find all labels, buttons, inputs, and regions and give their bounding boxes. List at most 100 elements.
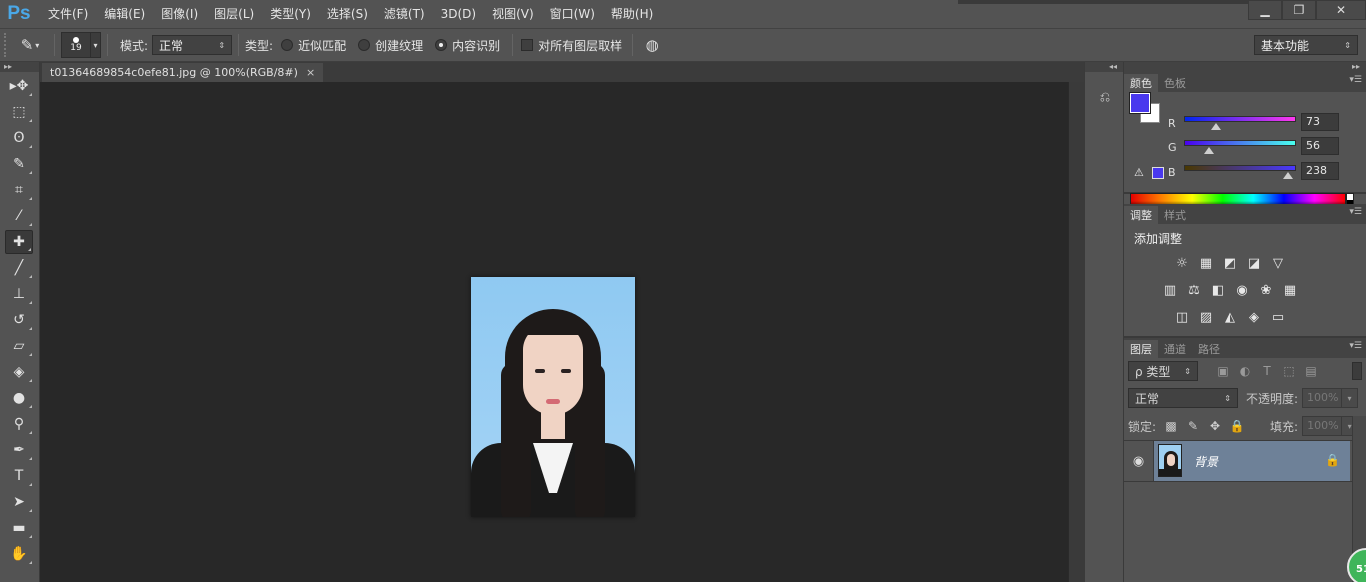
menu-item[interactable]: 滤镜(T) bbox=[376, 0, 433, 28]
spot-healing-brush-icon[interactable]: ✎ ▾ bbox=[12, 33, 48, 57]
blur-tool-icon[interactable]: ● bbox=[5, 386, 33, 410]
eyedropper-tool-icon[interactable]: ⁄ bbox=[5, 204, 33, 228]
tab-channels[interactable]: 通道 bbox=[1158, 340, 1192, 358]
invert-icon[interactable]: ◫ bbox=[1170, 306, 1194, 328]
sample-all-checkbox[interactable] bbox=[521, 39, 534, 51]
document-tab[interactable]: t01364689854c0efe81.jpg @ 100%(RGB/8#) × bbox=[42, 63, 324, 82]
adjustment-filter-icon[interactable]: ◐ bbox=[1234, 361, 1256, 381]
threshold-icon[interactable]: ◭ bbox=[1218, 306, 1242, 328]
menu-item[interactable]: 选择(S) bbox=[319, 0, 376, 28]
tab-swatches[interactable]: 色板 bbox=[1158, 74, 1192, 92]
eye-icon[interactable]: ◉ bbox=[1124, 441, 1154, 481]
type-option-radio[interactable] bbox=[281, 39, 294, 51]
chevron-down-icon[interactable]: ▾ bbox=[1342, 388, 1359, 408]
canvas-area[interactable] bbox=[40, 82, 1068, 582]
tab-styles[interactable]: 样式 bbox=[1158, 206, 1192, 224]
channel-slider[interactable] bbox=[1184, 116, 1296, 122]
menu-item[interactable]: 帮助(H) bbox=[603, 0, 661, 28]
quick-selection-tool-icon[interactable]: ✎ bbox=[5, 152, 33, 176]
slider-thumb[interactable] bbox=[1203, 147, 1214, 154]
selective-color-icon[interactable]: ◈ bbox=[1242, 306, 1266, 328]
brush-tool-icon[interactable]: ╱ bbox=[5, 256, 33, 280]
lock-all-icon[interactable]: 🔒 bbox=[1226, 416, 1248, 436]
menu-item[interactable]: 编辑(E) bbox=[96, 0, 153, 28]
type-tool-icon[interactable]: T bbox=[5, 464, 33, 488]
gradient-map-icon[interactable]: ▭ bbox=[1266, 306, 1290, 328]
panel-menu-icon[interactable]: ▾☰ bbox=[1349, 341, 1362, 351]
slider-thumb[interactable] bbox=[1211, 123, 1222, 130]
clone-stamp-tool-icon[interactable]: ⊥ bbox=[5, 282, 33, 306]
layer-row[interactable]: ◉ 背景 🔒 bbox=[1124, 440, 1366, 482]
posterize-icon[interactable]: ▨ bbox=[1194, 306, 1218, 328]
rectangle-tool-icon[interactable]: ▬ bbox=[5, 516, 33, 540]
websafe-color-icon[interactable] bbox=[1152, 167, 1164, 179]
levels-icon[interactable]: ▦ bbox=[1194, 252, 1218, 274]
menu-item[interactable]: 文件(F) bbox=[40, 0, 96, 28]
tab-adjustments[interactable]: 调整 bbox=[1124, 206, 1158, 224]
menu-item[interactable]: 窗口(W) bbox=[542, 0, 603, 28]
blend-mode-select[interactable]: 正常 ⇕ bbox=[1128, 388, 1238, 408]
tab-layers[interactable]: 图层 bbox=[1124, 340, 1158, 358]
options-bar-grip[interactable] bbox=[4, 33, 12, 57]
channel-value-field[interactable]: 238 bbox=[1301, 162, 1339, 180]
minimize-button[interactable]: ▁ bbox=[1248, 0, 1282, 20]
menu-item[interactable]: 3D(D) bbox=[433, 0, 484, 28]
color-lookup-icon[interactable]: ▦ bbox=[1278, 279, 1302, 301]
smart-object-filter-icon[interactable]: ▤ bbox=[1300, 361, 1322, 381]
paint-bucket-tool-icon[interactable]: ◈ bbox=[5, 360, 33, 384]
filter-toggle[interactable] bbox=[1352, 362, 1362, 380]
fill-field[interactable]: 100% bbox=[1302, 416, 1343, 436]
exposure-icon[interactable]: ◪ bbox=[1242, 252, 1266, 274]
brightness-contrast-icon[interactable]: ☼ bbox=[1170, 252, 1194, 274]
out-of-gamut-warning-icon[interactable]: ⚠ bbox=[1134, 166, 1144, 179]
channel-slider[interactable] bbox=[1184, 140, 1296, 146]
dodge-tool-icon[interactable]: ⚲ bbox=[5, 412, 33, 436]
layer-filter-select[interactable]: ρ 类型 ⇕ bbox=[1128, 361, 1198, 381]
close-button[interactable]: ✕ bbox=[1316, 0, 1366, 20]
channel-value-field[interactable]: 73 bbox=[1301, 113, 1339, 131]
slider-thumb[interactable] bbox=[1283, 172, 1294, 179]
lock-position-icon[interactable]: ✥ bbox=[1204, 416, 1226, 436]
brush-preview[interactable]: 19 bbox=[61, 32, 91, 58]
black-white-icon[interactable]: ◧ bbox=[1206, 279, 1230, 301]
menu-item[interactable]: 图层(L) bbox=[206, 0, 262, 28]
mode-select[interactable]: 正常 ⇕ bbox=[152, 35, 233, 55]
history-panel-icon[interactable]: ⎌ bbox=[1092, 86, 1118, 108]
menu-item[interactable]: 类型(Y) bbox=[262, 0, 319, 28]
layer-item-selected[interactable]: 背景 🔒 bbox=[1154, 441, 1350, 481]
hue-saturation-icon[interactable]: ▥ bbox=[1158, 279, 1182, 301]
workspace-select[interactable]: 基本功能 ⇕ bbox=[1254, 35, 1358, 55]
vertical-scrollbar[interactable] bbox=[1068, 82, 1084, 582]
marquee-tool-icon[interactable]: ⬚ bbox=[5, 100, 33, 124]
panel-menu-icon[interactable]: ▾☰ bbox=[1349, 75, 1362, 85]
move-tool-icon[interactable]: ▸✥ bbox=[5, 74, 33, 98]
chevron-down-icon[interactable]: ▾ bbox=[91, 32, 101, 58]
tab-paths[interactable]: 路径 bbox=[1192, 340, 1226, 358]
lock-transparent-icon[interactable]: ▩ bbox=[1160, 416, 1182, 436]
opacity-field[interactable]: 100% bbox=[1302, 388, 1343, 408]
tools-panel-collapse[interactable]: ▸▸ bbox=[0, 62, 39, 72]
type-filter-icon[interactable]: T bbox=[1256, 361, 1278, 381]
channel-mixer-icon[interactable]: ❀ bbox=[1254, 279, 1278, 301]
color-balance-icon[interactable]: ⚖ bbox=[1182, 279, 1206, 301]
eraser-tool-icon[interactable]: ▱ bbox=[5, 334, 33, 358]
brush-picker[interactable]: 19 ▾ bbox=[61, 32, 101, 58]
dock-expand-button[interactable]: ◂◂ bbox=[1085, 62, 1123, 72]
pressure-size-icon[interactable]: ◍ bbox=[639, 33, 665, 57]
lasso-tool-icon[interactable]: ʘ bbox=[5, 126, 33, 150]
photo-filter-icon[interactable]: ◉ bbox=[1230, 279, 1254, 301]
panels-collapse-button[interactable]: ▸▸ bbox=[1124, 62, 1366, 72]
history-brush-tool-icon[interactable]: ↺ bbox=[5, 308, 33, 332]
foreground-color-swatch[interactable] bbox=[1129, 92, 1151, 114]
path-selection-tool-icon[interactable]: ➤ bbox=[5, 490, 33, 514]
spot-healing-brush-tool-icon[interactable]: ✚ bbox=[5, 230, 33, 254]
tab-color[interactable]: 颜色 bbox=[1124, 74, 1158, 92]
curves-icon[interactable]: ◩ bbox=[1218, 252, 1242, 274]
image-filter-icon[interactable]: ▣ bbox=[1212, 361, 1234, 381]
pen-tool-icon[interactable]: ✒ bbox=[5, 438, 33, 462]
type-option-radio[interactable] bbox=[358, 39, 371, 51]
restore-button[interactable]: ❐ bbox=[1282, 0, 1316, 20]
crop-tool-icon[interactable]: ⌗ bbox=[5, 178, 33, 202]
panel-menu-icon[interactable]: ▾☰ bbox=[1349, 207, 1362, 217]
menu-item[interactable]: 视图(V) bbox=[484, 0, 542, 28]
